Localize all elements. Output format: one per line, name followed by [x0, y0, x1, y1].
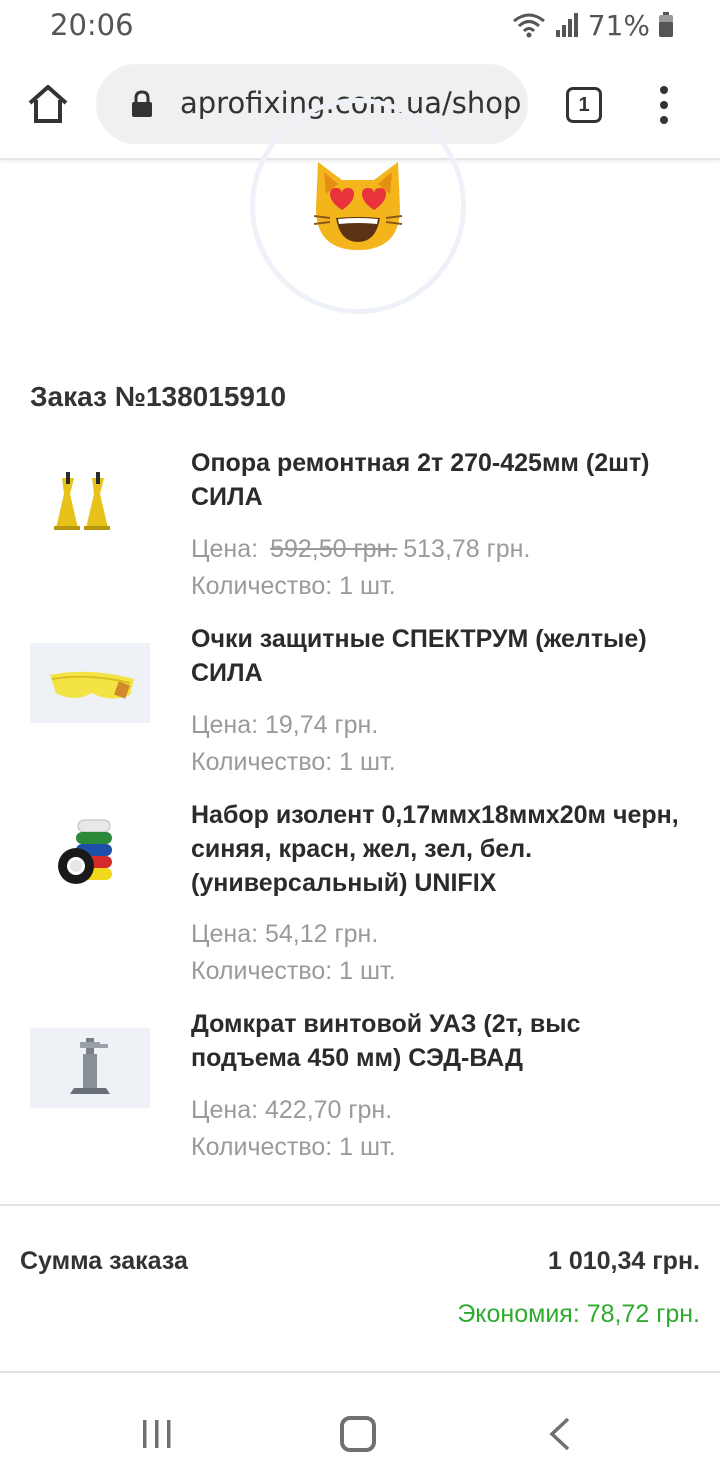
item-price: Цена: 54,12 грн. — [191, 920, 379, 948]
order-title: Заказ №138015910 — [30, 381, 287, 412]
divider — [0, 1204, 720, 1206]
tape-rolls-image — [30, 812, 150, 892]
signal-icon — [555, 13, 578, 37]
item-name[interactable]: Очки защитные СПЕКТРУМ (желтые) СИЛА — [191, 622, 691, 690]
overflow-menu-icon[interactable] — [652, 86, 676, 126]
item-price: Цена: 422,70 грн. — [191, 1096, 393, 1124]
safety-glasses-image — [30, 643, 150, 723]
item-quantity: Количество: 1 шт. — [191, 1133, 396, 1161]
battery-icon — [659, 12, 673, 37]
tab-switcher-button[interactable]: 1 — [566, 87, 602, 123]
heart-eyes-cat-icon — [313, 162, 403, 250]
price-label: Цена: — [191, 535, 259, 563]
status-bar: 20:06 71% — [0, 0, 720, 50]
jack-stands-image — [30, 464, 150, 544]
item-quantity: Количество: 1 шт. — [191, 957, 396, 985]
divider — [0, 1371, 720, 1373]
recent-apps-icon[interactable] — [140, 1418, 174, 1450]
battery-percent: 71% — [587, 8, 650, 42]
old-price: 592,50 грн. — [270, 535, 398, 563]
item-name[interactable]: Набор изолент 0,17ммх18ммх20м черн, синя… — [191, 798, 691, 900]
home-nav-icon[interactable] — [340, 1416, 376, 1452]
wifi-icon — [512, 13, 545, 38]
item-name[interactable]: Опора ремонтная 2т 270-425мм (2шт) СИЛА — [191, 446, 691, 514]
screw-jack-image — [30, 1028, 150, 1108]
home-icon[interactable] — [26, 82, 70, 126]
item-price: Цена: 19,74 грн. — [191, 711, 379, 739]
order-sum-value: 1 010,34 грн. — [548, 1247, 700, 1275]
item-quantity: Количество: 1 шт. — [191, 748, 396, 776]
item-quantity: Количество: 1 шт. — [191, 572, 396, 600]
back-icon[interactable] — [548, 1417, 572, 1451]
item-name[interactable]: Домкрат винтовой УАЗ (2т, выс подъема 45… — [191, 1007, 691, 1075]
lock-icon — [132, 90, 152, 117]
status-time: 20:06 — [50, 8, 134, 42]
system-nav-bar — [0, 1386, 720, 1480]
item-price: Цена: 592,50 грн. 513,78 грн. — [191, 535, 530, 564]
status-icons: 71% — [512, 8, 674, 42]
order-sum-label: Сумма заказа — [20, 1247, 188, 1275]
new-price: 513,78 грн. — [403, 535, 531, 563]
savings-text: Экономия: 78,72 грн. — [457, 1300, 700, 1328]
